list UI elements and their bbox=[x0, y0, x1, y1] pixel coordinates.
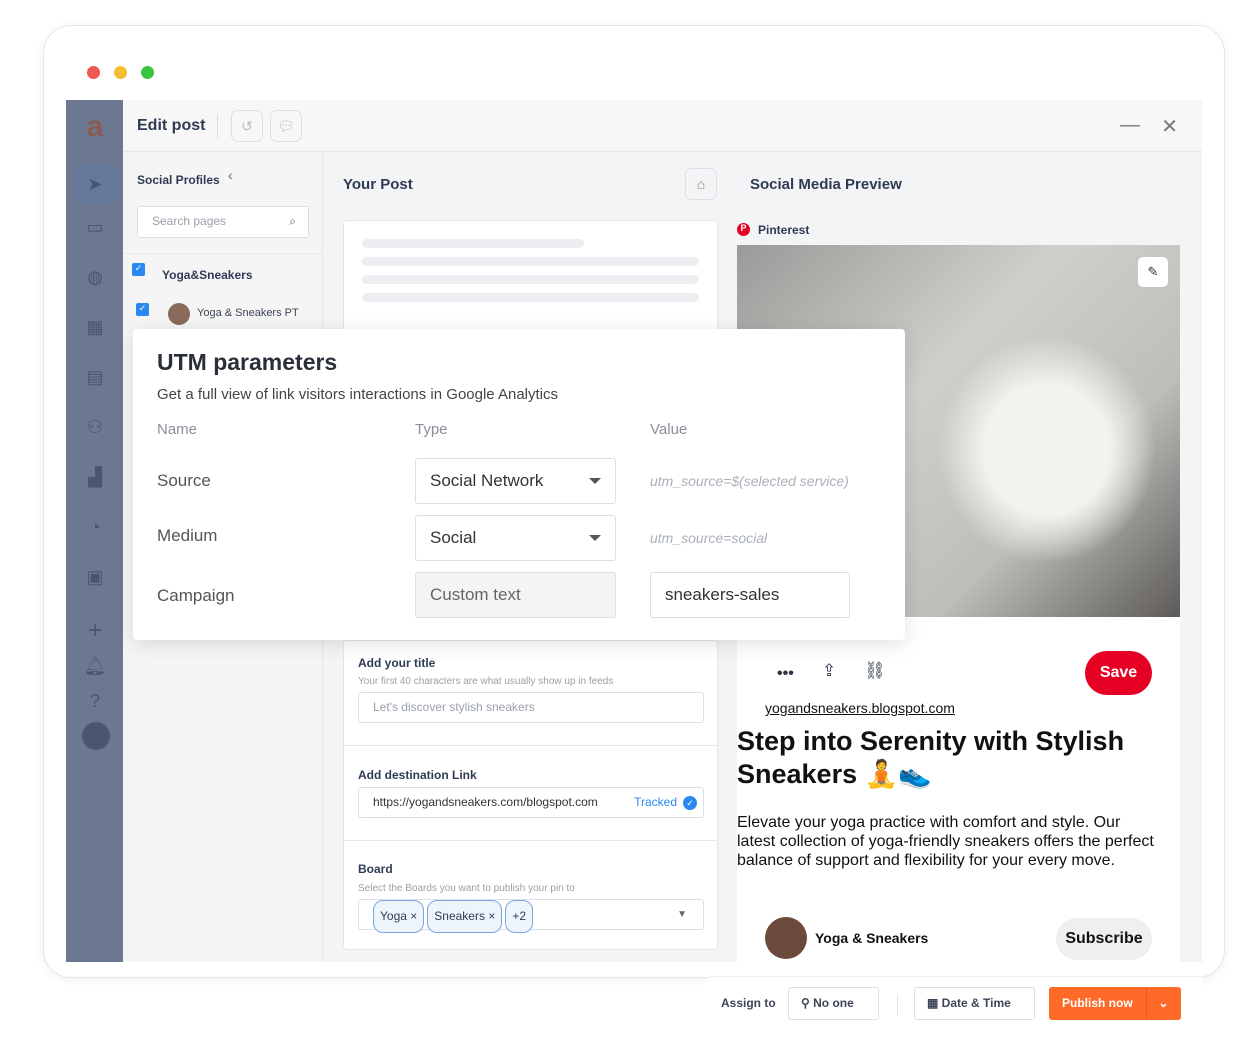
maximize-window-button[interactable] bbox=[141, 66, 154, 79]
section-title: Social Media Preview bbox=[750, 176, 902, 193]
add-icon[interactable]: + bbox=[82, 618, 108, 644]
caret-down-icon bbox=[589, 535, 601, 541]
title-label: Add your title bbox=[358, 656, 436, 670]
history-button[interactable]: ↺ bbox=[231, 110, 263, 142]
publish-icon[interactable]: ➤ bbox=[74, 164, 116, 204]
campaign-value-input[interactable]: sneakers-sales bbox=[650, 572, 850, 618]
board-hint: Select the Boards you want to publish yo… bbox=[358, 883, 575, 894]
column-header: Name bbox=[157, 421, 198, 438]
dialog-title: UTM parameters bbox=[157, 349, 338, 375]
user-icon: ⚲ bbox=[801, 996, 814, 1010]
search-icon: ⌕ bbox=[289, 214, 296, 228]
help-icon[interactable]: ? bbox=[82, 688, 108, 714]
header: Edit post ↺ 💬︎ — ✕ bbox=[123, 100, 1202, 152]
board-chip: Yoga × bbox=[373, 900, 425, 933]
caret-down-icon bbox=[589, 478, 601, 484]
more-boards-chip: +2 bbox=[505, 900, 534, 933]
account-name: Yoga & Sneakers PT bbox=[197, 307, 299, 319]
board-label: Board bbox=[358, 862, 393, 876]
chevron-down-icon: ▼ bbox=[677, 909, 687, 920]
row-value: utm_source=social bbox=[650, 530, 768, 546]
account-avatar bbox=[168, 303, 190, 325]
minimize-window-button[interactable] bbox=[114, 66, 127, 79]
analytics-icon[interactable]: ▟ bbox=[82, 464, 108, 490]
source-type-select[interactable]: Social Network bbox=[415, 458, 616, 504]
section-title: Your Post bbox=[343, 176, 413, 193]
footer-bar: Assign to ⚲ No one ▦ Date & Time Publish… bbox=[705, 976, 1202, 1032]
row-value: utm_source=$(selected service) bbox=[650, 473, 849, 489]
link-icon[interactable]: ⛓ bbox=[864, 661, 886, 681]
link-label: Add destination Link bbox=[358, 768, 477, 782]
panel-title: Social Profiles bbox=[137, 173, 220, 187]
row-name: Campaign bbox=[157, 586, 235, 605]
author-avatar bbox=[765, 917, 807, 959]
tracked-badge: Tracked bbox=[634, 795, 677, 809]
close-icon[interactable]: ✕ bbox=[1161, 114, 1178, 139]
pinterest-icon: P bbox=[737, 223, 750, 236]
nav-sidebar: a ➤ ▭ ◍ ▦ ▤ ⚇ ▟ ◔ ▣ + 🔔︎ ? bbox=[66, 100, 123, 962]
author-name: Yoga & Sneakers bbox=[815, 930, 929, 946]
more-icon[interactable]: ••• bbox=[777, 665, 794, 683]
comments-button[interactable]: 💬︎ bbox=[270, 110, 302, 142]
publish-now-button[interactable]: Publish now bbox=[1049, 987, 1146, 1020]
campaign-type-select[interactable]: Custom text bbox=[415, 572, 616, 618]
column-header: Value bbox=[650, 421, 688, 438]
subscribe-button[interactable]: Subscribe bbox=[1056, 918, 1152, 960]
account-checkbox[interactable]: ✓ bbox=[136, 303, 149, 316]
calendar-icon[interactable]: ▦ bbox=[82, 314, 108, 340]
network-label: Pinterest bbox=[758, 223, 810, 237]
board-chip: Sneakers × bbox=[427, 900, 503, 933]
edit-icon[interactable]: ✎ bbox=[1138, 257, 1168, 287]
save-button[interactable]: Save bbox=[1085, 651, 1152, 695]
pin-description: Elevate your yoga practice with comfort … bbox=[737, 814, 1154, 869]
calendar-icon: ▦ bbox=[927, 996, 942, 1010]
page-title: Edit post bbox=[137, 117, 206, 134]
title-hint: Your first 40 characters are what usuall… bbox=[358, 676, 614, 687]
minimize-icon[interactable]: — bbox=[1120, 114, 1140, 137]
destination-link-input[interactable]: https://yogandsneakers.com/blogspot.com T… bbox=[358, 787, 704, 818]
globe-search-icon[interactable]: ◍ bbox=[82, 264, 108, 290]
group-checkbox[interactable]: ✓ bbox=[132, 263, 145, 276]
profile-group[interactable]: Yoga&Sneakers bbox=[162, 268, 253, 282]
logo-icon: a bbox=[86, 110, 104, 143]
team-icon[interactable]: ⚇ bbox=[82, 414, 108, 440]
collapse-chevron-icon[interactable]: ‹ bbox=[228, 167, 233, 183]
assign-button[interactable]: ⚲ No one bbox=[788, 987, 879, 1020]
row-name: Source bbox=[157, 471, 211, 490]
board-select[interactable]: Yoga × Sneakers × +2 ▼ bbox=[358, 899, 704, 933]
list-icon[interactable]: ▤ bbox=[82, 364, 108, 390]
avatar[interactable] bbox=[82, 722, 110, 750]
media-icon[interactable]: ▣ bbox=[82, 564, 108, 590]
share-icon[interactable]: ⇪ bbox=[822, 661, 836, 681]
title-input[interactable]: Let's discover stylish sneakers bbox=[358, 692, 704, 723]
pin-title: Step into Serenity with Stylish Sneakers… bbox=[737, 726, 1125, 789]
dashboard-icon[interactable]: ◔ bbox=[82, 514, 108, 540]
dialog-description: Get a full view of link visitors interac… bbox=[157, 386, 559, 403]
check-icon: ✓ bbox=[683, 796, 697, 810]
assign-label: Assign to bbox=[721, 996, 776, 1010]
bell-icon[interactable]: 🔔︎ bbox=[82, 653, 108, 679]
column-header: Type bbox=[415, 421, 448, 438]
close-window-button[interactable] bbox=[87, 66, 100, 79]
row-name: Medium bbox=[157, 526, 218, 545]
post-content-card bbox=[343, 220, 718, 340]
pin-details-card: Add your title Your first 40 characters … bbox=[343, 640, 718, 950]
pin-domain-link[interactable]: yogandsneakers.blogspot.com bbox=[765, 700, 955, 716]
medium-type-select[interactable]: Social bbox=[415, 515, 616, 561]
search-pages-input[interactable]: Search pages ⌕ bbox=[137, 206, 309, 238]
tag-button[interactable]: ⌂ bbox=[685, 168, 717, 200]
publish-options-chevron-icon[interactable]: ⌄ bbox=[1146, 987, 1181, 1020]
date-time-button[interactable]: ▦ Date & Time bbox=[914, 987, 1035, 1020]
utm-parameters-dialog: UTM parameters Get a full view of link v… bbox=[133, 329, 905, 640]
inbox-icon[interactable]: ▭ bbox=[82, 214, 108, 240]
